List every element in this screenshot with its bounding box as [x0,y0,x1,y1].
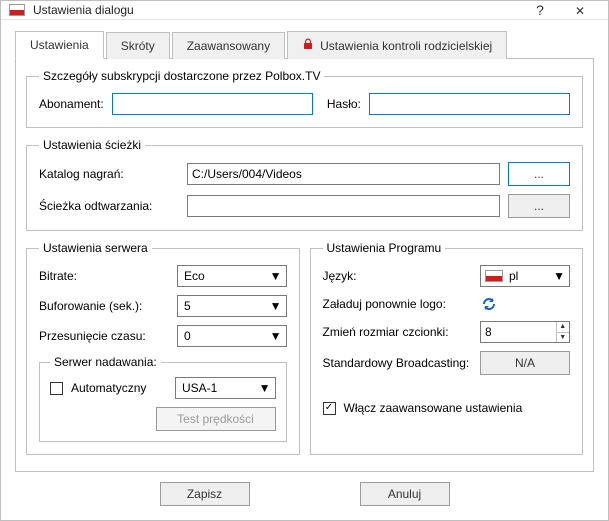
auto-checkbox[interactable] [50,382,63,395]
tab-shortcuts[interactable]: Skróty [106,32,170,59]
chevron-down-icon: ▼ [270,329,282,343]
dialog-window: Ustawienia dialogu ? ✕ Ustawienia Skróty… [0,0,609,521]
chevron-down-icon: ▼ [553,269,565,283]
save-button[interactable]: Zapisz [160,482,250,506]
language-value: pl [509,269,518,283]
tab-label: Zaawansowany [187,39,270,53]
group-server: Ustawienia serwera Bitrate: Eco ▼ Buforo… [26,241,300,455]
recdir-label: Katalog nagrań: [39,167,179,181]
chevron-down-icon: ▼ [259,381,271,395]
advanced-label: Włącz zaawansowane ustawienia [344,401,523,415]
haslo-input[interactable] [369,93,570,115]
refresh-icon [480,295,498,313]
lock-icon [302,38,314,53]
broadcast-server-select[interactable]: USA-1 ▼ [175,377,276,399]
reload-logo-button[interactable] [480,295,570,313]
group-subscription: Szczegóły subskrypcji dostarczone przez … [26,69,583,128]
chevron-up-icon: ▲ [557,322,569,333]
tab-advanced[interactable]: Zaawansowany [172,32,285,59]
tab-bar: Ustawienia Skróty Zaawansowany Ustawieni… [15,30,594,59]
group-broadcast-server: Serwer nadawania: Automatyczny USA-1 ▼ T… [39,355,287,442]
broadcast-server-value: USA-1 [182,381,217,395]
stdbroadcast-button[interactable]: N/A [480,351,570,375]
bitrate-select[interactable]: Eco ▼ [177,265,287,287]
tab-settings[interactable]: Ustawienia [15,31,104,59]
auto-label: Automatyczny [71,381,167,395]
timeshift-select[interactable]: 0 ▼ [177,325,287,347]
fontsize-spinner[interactable]: ▲ ▼ [480,321,570,343]
bitrate-label: Bitrate: [39,269,169,283]
chevron-down-icon: ▼ [270,299,282,313]
titlebar: Ustawienia dialogu ? ✕ [1,1,608,20]
timeshift-value: 0 [184,329,191,343]
chevron-down-icon: ▼ [270,269,282,283]
group-legend: Szczegóły subskrypcji dostarczone przez … [39,69,324,83]
tab-label: Ustawienia [30,38,89,52]
playpath-browse-button[interactable]: ... [508,194,570,218]
reload-logo-label: Załaduj ponownie logo: [323,297,473,311]
group-program: Ustawienia Programu Język: pl ▼ Załaduj … [310,241,584,455]
group-legend: Ustawienia ścieżki [39,138,145,152]
help-button[interactable]: ? [520,2,560,18]
buffer-select[interactable]: 5 ▼ [177,295,287,317]
group-path: Ustawienia ścieżki Katalog nagrań: ... Ś… [26,138,583,231]
close-icon: ✕ [575,4,585,18]
fontsize-input[interactable] [481,322,556,342]
group-legend: Serwer nadawania: [50,355,161,369]
tab-label: Ustawienia kontroli rodzicielskiej [320,39,492,53]
playpath-label: Ścieżka odtwarzania: [39,199,179,213]
group-legend: Ustawienia serwera [39,241,152,255]
abonament-label: Abonament: [39,97,104,111]
bitrate-value: Eco [184,269,205,283]
close-button[interactable]: ✕ [560,2,600,18]
advanced-checkbox[interactable] [323,402,336,415]
cancel-button[interactable]: Anuluj [360,482,450,506]
speed-test-button[interactable]: Test prędkości [156,407,276,431]
abonament-input[interactable] [112,93,313,115]
tab-label: Skróty [121,39,155,53]
fontsize-label: Zmień rozmiar czcionki: [323,325,473,339]
tab-parental[interactable]: Ustawienia kontroli rodzicielskiej [287,31,507,59]
recdir-browse-button[interactable]: ... [508,162,570,186]
recdir-input[interactable] [187,163,500,185]
window-title: Ustawienia dialogu [33,3,520,17]
chevron-down-icon: ▼ [557,333,569,343]
buffer-label: Buforowanie (sek.): [39,299,169,313]
dialog-footer: Zapisz Anuluj [15,472,594,520]
language-select[interactable]: pl ▼ [480,265,570,287]
stdbroadcast-label: Standardowy Broadcasting: [323,356,473,370]
group-legend: Ustawienia Programu [323,241,446,255]
playpath-input[interactable] [187,195,500,217]
timeshift-label: Przesunięcie czasu: [39,329,169,343]
language-label: Język: [323,269,473,283]
haslo-label: Hasło: [327,97,361,111]
spinner-arrows[interactable]: ▲ ▼ [556,322,569,342]
app-icon [9,4,25,16]
buffer-value: 5 [184,299,191,313]
flag-pl-icon [485,270,503,282]
